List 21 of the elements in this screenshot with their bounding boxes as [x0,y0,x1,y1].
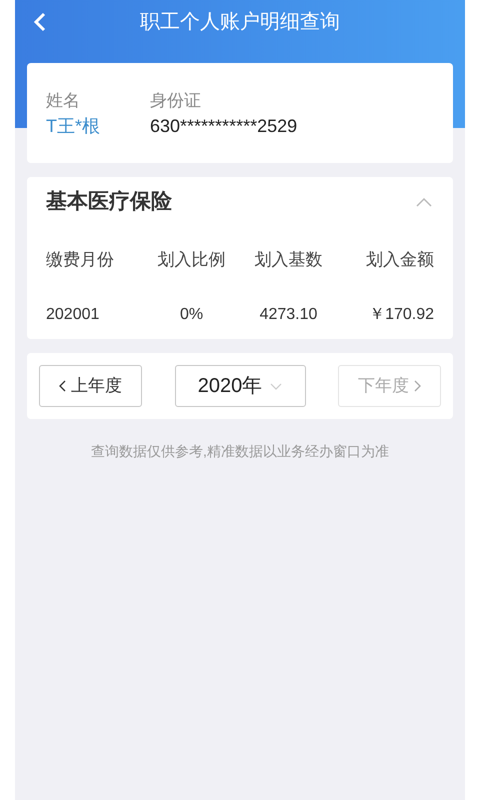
back-button[interactable] [33,12,47,32]
chevron-down-icon [270,382,282,390]
column-header: 划入金额 [365,249,434,272]
table-cell-text: 202001 [46,305,100,325]
column-header: 缴费月份 [46,249,115,272]
disclaimer-text: 查询数据仅供参考,精准数据以业务经办窗口为准 [90,442,390,461]
id-number: 630***********2529 [150,115,298,138]
table-cell-text: ￥170.92 [368,305,434,325]
page-title: 职工个人账户明细查询 [140,10,340,35]
id-label: 身份证 [150,90,202,112]
section-title: 基本医疗保险 [46,189,172,216]
table-cell-text: 4273.10 [258,305,318,325]
table-cell-text: 0% [178,305,204,325]
chevron-right-icon [413,380,421,392]
year-dropdown[interactable]: 2020年 [174,365,306,407]
column-header: 划入比例 [156,249,226,272]
previous-year-button[interactable]: 上年度 [39,365,142,407]
chevron-left-icon [59,380,67,392]
column-header: 划入基数 [254,249,324,272]
person-name: T王*根 [46,115,100,138]
name-label: 姓名 [46,90,81,112]
